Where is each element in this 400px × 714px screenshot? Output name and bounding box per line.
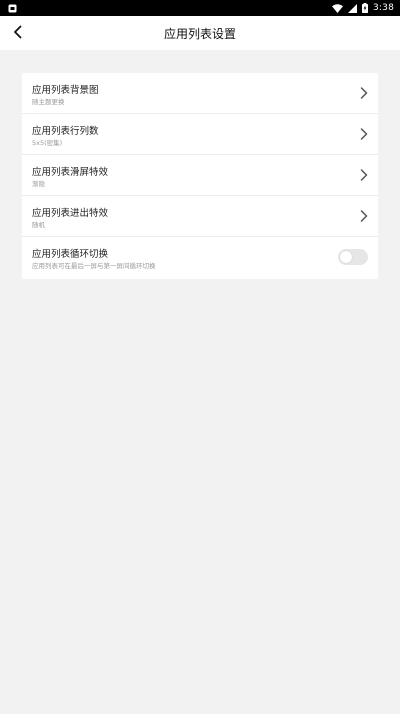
- setting-title: 应用列表背景图: [32, 85, 99, 96]
- status-bar: 3:38: [0, 0, 400, 16]
- loop-switch-toggle[interactable]: [338, 249, 368, 265]
- setting-title: 应用列表循环切换: [32, 249, 109, 260]
- setting-subtitle: 渐隐: [32, 180, 45, 188]
- status-time: 3:38: [372, 3, 394, 13]
- battery-charging-icon: [361, 3, 368, 13]
- header: 应用列表设置: [0, 16, 400, 50]
- setting-row-background-image[interactable]: 应用列表背景图 随主题更换: [22, 73, 378, 114]
- page-title: 应用列表设置: [163, 26, 236, 41]
- back-arrow-icon: [13, 24, 23, 43]
- signal-icon: [347, 3, 357, 13]
- setting-subtitle: 5x5(密集): [32, 139, 63, 147]
- setting-row-swipe-effect[interactable]: 应用列表滑屏特效 渐隐: [22, 155, 378, 196]
- settings-card: 应用列表背景图 随主题更换 应用列表行列数 5x5(密集) 应用列表滑屏特效 渐…: [22, 73, 378, 279]
- setting-title: 应用列表行列数: [32, 126, 99, 137]
- status-bar-right: 3:38: [331, 3, 394, 13]
- app-notification-icon: [8, 4, 17, 13]
- setting-title: 应用列表滑屏特效: [32, 167, 109, 178]
- chevron-right-icon: [358, 127, 370, 141]
- setting-row-enter-exit-effect[interactable]: 应用列表进出特效 随机: [22, 196, 378, 237]
- chevron-right-icon: [358, 209, 370, 223]
- setting-row-loop-switch[interactable]: 应用列表循环切换 应用列表可在最后一屏与第一屏间循环切换: [22, 237, 378, 279]
- setting-subtitle: 应用列表可在最后一屏与第一屏间循环切换: [32, 262, 156, 270]
- setting-title: 应用列表进出特效: [32, 208, 109, 219]
- wifi-icon: [331, 3, 343, 13]
- back-button[interactable]: [6, 21, 30, 45]
- status-bar-left: [8, 4, 17, 13]
- chevron-right-icon: [358, 86, 370, 100]
- setting-subtitle: 随机: [32, 221, 45, 229]
- screen: 3:38 应用列表设置 应用列表背景图 随主题更换 应用列表行列数 5x5(密集…: [0, 0, 400, 714]
- setting-subtitle: 随主题更换: [32, 98, 65, 106]
- chevron-right-icon: [358, 168, 370, 182]
- setting-row-grid-size[interactable]: 应用列表行列数 5x5(密集): [22, 114, 378, 155]
- toggle-knob: [340, 251, 352, 263]
